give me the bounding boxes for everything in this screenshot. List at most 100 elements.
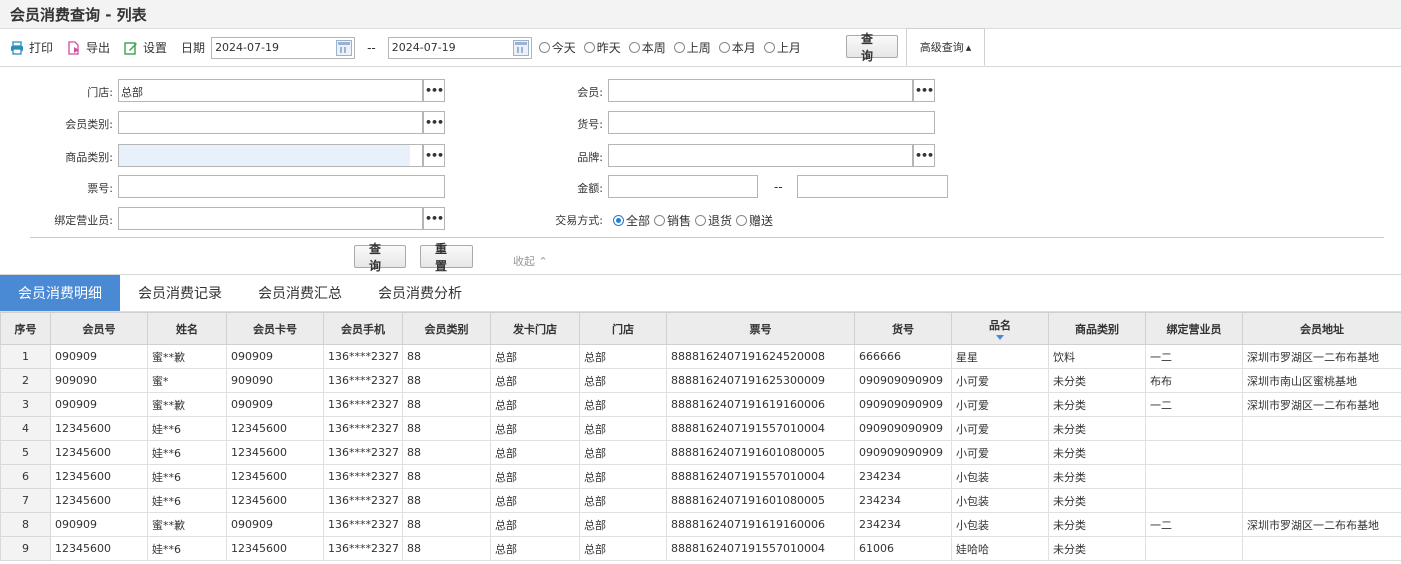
cell-ticket: 8888162407191601080005 — [666, 440, 855, 465]
ticket-input[interactable] — [118, 175, 445, 198]
col-index[interactable]: 序号 — [0, 312, 51, 345]
trade-all[interactable]: 全部 — [613, 212, 650, 229]
radio-icon — [695, 215, 707, 226]
range-label: 上周 — [686, 41, 711, 55]
calendar-icon[interactable] — [512, 39, 529, 56]
cell-phone: 136****2327 — [323, 536, 403, 561]
table-row[interactable]: 8 090909 蜜**歉 090909 136****2327 88 总部 总部 888816… — [0, 512, 1401, 537]
cell-member-type: 88 — [402, 536, 491, 561]
col-ticket[interactable]: 票号 — [666, 312, 855, 345]
date-to-input[interactable]: 2024-07-19 — [387, 36, 532, 59]
table-row[interactable]: 4 12345600 娃**6 12345600 136****2327 88 总部 总部 88… — [0, 416, 1401, 441]
trade-option-label: 赠送 — [749, 214, 774, 228]
col-member-no[interactable]: 会员号 — [50, 312, 148, 345]
goods-type-picker-button[interactable]: ••• — [423, 144, 445, 167]
range-today[interactable]: 今天 — [538, 39, 576, 56]
member-type-label: 会员类别: — [65, 118, 113, 131]
cell-issue-store: 总部 — [490, 464, 580, 489]
trade-sale[interactable]: 销售 — [654, 212, 691, 229]
sku-input[interactable] — [608, 111, 935, 134]
amount-max-input[interactable] — [797, 175, 948, 198]
cell-ticket: 8888162407191619160006 — [666, 392, 855, 417]
salesman-picker-button[interactable]: ••• — [423, 207, 445, 230]
member-input[interactable] — [608, 79, 913, 102]
export-icon — [68, 40, 80, 55]
col-member-type[interactable]: 会员类别 — [402, 312, 491, 345]
cell-goods-type: 未分类 — [1048, 368, 1146, 393]
cell-member-no: 12345600 — [50, 440, 148, 465]
member-picker-button[interactable]: ••• — [913, 79, 935, 102]
range-last-month[interactable]: 上月 — [763, 39, 801, 56]
cell-product: 小可爱 — [951, 416, 1049, 441]
brand-picker-button[interactable]: ••• — [913, 144, 935, 167]
store-picker-button[interactable]: ••• — [423, 79, 445, 102]
table-row[interactable]: 3 090909 蜜**歉 090909 136****2327 88 总部 总部 888816… — [0, 392, 1401, 417]
range-this-month[interactable]: 本月 — [718, 39, 756, 56]
col-address[interactable]: 会员地址 — [1242, 312, 1401, 345]
cell-sku: 090909090909 — [854, 440, 952, 465]
query-button[interactable]: 查询 — [846, 32, 898, 63]
member-type-input[interactable] — [118, 111, 423, 134]
cell-name: 娃**6 — [147, 440, 227, 465]
table-row[interactable]: 9 12345600 娃**6 12345600 136****2327 88 总部 总部 88… — [0, 536, 1401, 561]
col-product[interactable]: 品名 — [951, 312, 1049, 345]
tab-detail[interactable]: 会员消费明细 — [0, 275, 120, 311]
tab-summary[interactable]: 会员消费汇总 — [240, 275, 360, 311]
col-name[interactable]: 姓名 — [147, 312, 227, 345]
col-issue-store[interactable]: 发卡门店 — [490, 312, 580, 345]
salesman-input[interactable] — [118, 207, 423, 230]
col-salesman[interactable]: 绑定营业员 — [1145, 312, 1243, 345]
date-from-input[interactable]: 2024-07-19 — [211, 36, 356, 59]
calendar-icon[interactable] — [336, 39, 353, 56]
cell-member-no: 090909 — [50, 392, 148, 417]
table-row[interactable]: 5 12345600 娃**6 12345600 136****2327 88 总部 总部 88… — [0, 440, 1401, 465]
cell-index: 9 — [0, 536, 51, 561]
amount-min-input[interactable] — [608, 175, 758, 198]
caret-up-icon: ▴ — [965, 40, 972, 54]
collapse-button[interactable]: 收起 ⌃ — [513, 253, 548, 269]
sku-label: 货号: — [577, 118, 603, 131]
col-phone[interactable]: 会员手机 — [323, 312, 403, 345]
cell-address — [1242, 464, 1401, 489]
tab-records[interactable]: 会员消费记录 — [120, 275, 240, 311]
advanced-query-tab[interactable]: 高级查询 ▴ — [906, 28, 985, 66]
col-sku[interactable]: 货号 — [854, 312, 952, 345]
cell-issue-store: 总部 — [490, 392, 580, 417]
store-input[interactable]: 总部 — [118, 79, 423, 102]
table-row[interactable]: 7 12345600 娃**6 12345600 136****2327 88 总部 总部 88… — [0, 488, 1401, 513]
goods-type-input[interactable] — [118, 144, 423, 167]
col-card-no[interactable]: 会员卡号 — [226, 312, 324, 345]
print-button[interactable]: 打印 — [10, 39, 53, 56]
table-row[interactable]: 6 12345600 娃**6 12345600 136****2327 88 总部 总部 88… — [0, 464, 1401, 489]
trade-return[interactable]: 退货 — [695, 212, 732, 229]
brand-input[interactable] — [608, 144, 913, 167]
col-goods-type[interactable]: 商品类别 — [1048, 312, 1146, 345]
cell-index: 4 — [0, 416, 51, 441]
range-yesterday[interactable]: 昨天 — [583, 39, 621, 56]
cell-store: 总部 — [579, 536, 667, 561]
table-row[interactable]: 2 909090 蜜* 909090 136****2327 88 总部 总部 88881624… — [0, 368, 1401, 393]
edit-icon — [124, 41, 138, 55]
cell-store: 总部 — [579, 440, 667, 465]
trade-gift[interactable]: 赠送 — [736, 212, 773, 229]
tab-analysis[interactable]: 会员消费分析 — [360, 275, 480, 311]
chevron-up-icon: ⌃ — [538, 255, 548, 268]
member-type-picker-button[interactable]: ••• — [423, 111, 445, 134]
form-reset-button[interactable]: 重置 — [420, 242, 473, 273]
trade-option-label: 全部 — [626, 214, 651, 228]
range-last-week[interactable]: 上周 — [673, 39, 711, 56]
table-row[interactable]: 1 090909 蜜**歉 090909 136****2327 88 总部 总部 888816… — [0, 344, 1401, 369]
range-label: 上月 — [776, 41, 801, 55]
table-body: 1 090909 蜜**歉 090909 136****2327 88 总部 总部 888816… — [0, 344, 1401, 561]
range-this-week[interactable]: 本周 — [628, 39, 666, 56]
form-query-button[interactable]: 查询 — [354, 242, 406, 273]
cell-phone: 136****2327 — [323, 392, 403, 417]
cell-goods-type: 饮料 — [1048, 344, 1146, 369]
cell-product: 小可爱 — [951, 368, 1049, 393]
page-title: 会员消费查询 - 列表 — [10, 5, 147, 24]
export-button[interactable]: 导出 — [67, 39, 110, 56]
col-store[interactable]: 门店 — [579, 312, 667, 345]
cell-name: 蜜**歉 — [147, 512, 227, 537]
settings-button[interactable]: 设置 — [124, 39, 167, 56]
cell-goods-type: 未分类 — [1048, 536, 1146, 561]
